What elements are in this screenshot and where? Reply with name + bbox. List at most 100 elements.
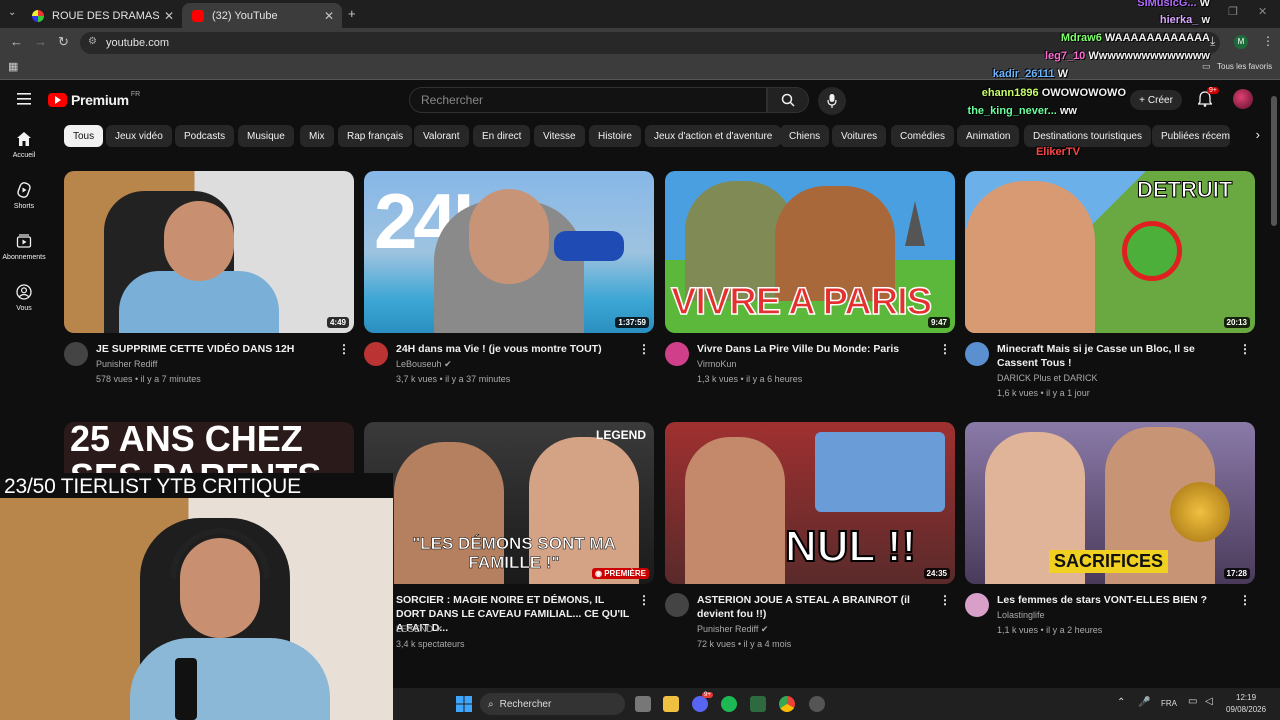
- volume-icon[interactable]: ◁: [1205, 696, 1213, 707]
- chip-publiees-recemment[interactable]: Publiées récem: [1152, 125, 1230, 147]
- channel-name[interactable]: Lolastinglife: [997, 610, 1045, 620]
- chip-vitesse[interactable]: Vitesse: [534, 125, 585, 147]
- video-thumbnail[interactable]: 4:49: [64, 171, 354, 333]
- page-scrollbar[interactable]: [1271, 96, 1277, 226]
- tab-label: ROUE DES DRAMAS: [52, 9, 160, 22]
- sidebar-item-accueil[interactable]: Accueil: [0, 131, 48, 159]
- video-thumbnail[interactable]: NUL !! 24:35: [665, 422, 955, 584]
- video-thumbnail[interactable]: VIVRE A PARIS 9:47: [665, 171, 955, 333]
- chip-jeux-video[interactable]: Jeux vidéo: [106, 125, 172, 147]
- video-card-info: Vivre Dans La Pire Ville Du Monde: Paris…: [665, 342, 955, 402]
- chip-comedies[interactable]: Comédies: [891, 125, 955, 147]
- search-placeholder: Rechercher: [421, 93, 484, 107]
- chip-jeux-action-aventure[interactable]: Jeux d'action et d'aventure: [645, 125, 782, 147]
- video-title[interactable]: Les femmes de stars VONT-ELLES BIEN ?: [997, 593, 1233, 607]
- windows-start-icon[interactable]: [456, 696, 472, 717]
- back-icon[interactable]: ←: [10, 34, 23, 49]
- more-options-icon[interactable]: ⋮: [338, 342, 350, 356]
- close-tab-icon[interactable]: ✕: [164, 9, 174, 23]
- spotify-icon[interactable]: [721, 696, 737, 712]
- notifications-button[interactable]: 9+: [1197, 87, 1219, 112]
- profile-avatar[interactable]: M: [1234, 35, 1248, 49]
- close-window-icon[interactable]: ✕: [1258, 5, 1267, 18]
- video-thumbnail[interactable]: DETRUIT 20:13: [965, 171, 1255, 333]
- task-view-icon[interactable]: [635, 696, 651, 712]
- app-icon[interactable]: [809, 696, 825, 712]
- tab-list-icon[interactable]: ⌄: [8, 7, 16, 18]
- menu-icon[interactable]: ⋮: [1262, 34, 1274, 48]
- maximize-icon[interactable]: ❐: [1228, 5, 1238, 18]
- create-label: Créer: [1147, 94, 1173, 106]
- more-options-icon[interactable]: ⋮: [939, 342, 951, 356]
- sidebar-item-abonnements[interactable]: Abonnements: [0, 233, 48, 261]
- chip-animation[interactable]: Animation: [957, 125, 1020, 147]
- channel-name[interactable]: DARICK Plus et DARICK: [997, 373, 1098, 383]
- chip-en-direct[interactable]: En direct: [473, 125, 531, 147]
- video-thumbnail[interactable]: SACRIFICES 17:28: [965, 422, 1255, 584]
- video-thumbnail[interactable]: 24H 1:37:59: [364, 171, 654, 333]
- video-title[interactable]: Vivre Dans La Pire Ville Du Monde: Paris: [697, 342, 933, 356]
- forward-icon[interactable]: →: [34, 34, 47, 49]
- channel-avatar[interactable]: [965, 593, 989, 617]
- all-bookmarks-label[interactable]: Tous les favoris: [1217, 62, 1272, 71]
- clock-date[interactable]: 09/08/2026: [1226, 705, 1266, 714]
- new-tab-icon[interactable]: +: [348, 6, 356, 21]
- hamburger-menu-icon[interactable]: [17, 92, 31, 110]
- network-icon[interactable]: ▭: [1188, 696, 1197, 707]
- chip-valorant[interactable]: Valorant: [414, 125, 469, 147]
- search-button[interactable]: [767, 87, 809, 113]
- discord-icon[interactable]: [692, 696, 708, 712]
- voice-search-button[interactable]: [818, 87, 846, 115]
- tray-chevron-icon[interactable]: ⌃: [1117, 697, 1125, 708]
- chip-mix[interactable]: Mix: [300, 125, 334, 147]
- chip-histoire[interactable]: Histoire: [589, 125, 641, 147]
- channel-avatar[interactable]: [965, 342, 989, 366]
- close-tab-icon[interactable]: ✕: [324, 9, 334, 23]
- site-info-icon[interactable]: ⚙: [88, 36, 97, 47]
- chip-chiens[interactable]: Chiens: [780, 125, 830, 147]
- sidebar-item-vous[interactable]: Vous: [0, 284, 48, 312]
- chip-tous[interactable]: Tous: [64, 125, 104, 147]
- video-title[interactable]: JE SUPPRIME CETTE VIDÉO DANS 12H: [96, 342, 332, 356]
- apps-icon[interactable]: ▦: [8, 60, 18, 73]
- tab-roue-des-dramas[interactable]: ROUE DES DRAMAS ✕: [22, 3, 182, 28]
- channel-name[interactable]: Punisher Rediff: [96, 359, 157, 369]
- channel-name[interactable]: VirmoKun: [697, 359, 736, 369]
- account-avatar[interactable]: [1233, 89, 1253, 109]
- channel-name[interactable]: Punisher Rediff ✔: [697, 624, 768, 635]
- chip-musique[interactable]: Musique: [238, 125, 294, 147]
- create-button[interactable]: + Créer: [1130, 90, 1182, 110]
- more-options-icon[interactable]: ⋮: [1239, 593, 1251, 607]
- language-indicator[interactable]: FRA: [1161, 699, 1177, 708]
- search-input[interactable]: Rechercher: [409, 87, 767, 113]
- reload-icon[interactable]: ↻: [58, 34, 69, 50]
- video-title[interactable]: ASTERION JOUE A STEAL A BRAINROT (il dev…: [697, 593, 933, 621]
- sidebar-item-shorts[interactable]: Shorts: [0, 182, 48, 210]
- youtube-premium-logo[interactable]: Premium FR: [48, 91, 140, 108]
- file-explorer-icon[interactable]: [663, 696, 679, 712]
- video-title[interactable]: Minecraft Mais si je Casse un Bloc, Il s…: [997, 342, 1233, 370]
- more-options-icon[interactable]: ⋮: [1239, 342, 1251, 356]
- chip-voitures[interactable]: Voitures: [832, 125, 887, 147]
- channel-avatar[interactable]: [364, 342, 388, 366]
- tab-youtube[interactable]: (32) YouTube ✕: [182, 3, 342, 28]
- taskbar-search-input[interactable]: ⌕ Rechercher: [480, 693, 625, 715]
- video-thumbnail[interactable]: LEGEND "LES DÉMONS SONT MA FAMILLE !" ◉ …: [364, 422, 654, 584]
- channel-name[interactable]: LeBouseuh ✔: [396, 359, 452, 370]
- chrome-icon[interactable]: [779, 696, 795, 712]
- app-icon[interactable]: [750, 696, 766, 712]
- tray-mic-icon[interactable]: 🎤: [1138, 697, 1150, 708]
- video-title[interactable]: 24H dans ma Vie ! (je vous montre TOUT): [396, 342, 632, 356]
- channel-avatar[interactable]: [64, 342, 88, 366]
- chip-rap-francais[interactable]: Rap français: [338, 125, 413, 147]
- download-icon[interactable]: ⤓: [1210, 34, 1215, 49]
- channel-name[interactable]: LEGEND ✔: [396, 624, 443, 635]
- more-options-icon[interactable]: ⋮: [939, 593, 951, 607]
- clock-time[interactable]: 12:19: [1236, 693, 1256, 702]
- more-options-icon[interactable]: ⋮: [638, 342, 650, 356]
- channel-avatar[interactable]: [665, 342, 689, 366]
- chip-podcasts[interactable]: Podcasts: [175, 125, 235, 147]
- more-options-icon[interactable]: ⋮: [638, 593, 650, 607]
- chip-destinations-touristiques[interactable]: Destinations touristiques: [1024, 125, 1151, 147]
- channel-avatar[interactable]: [665, 593, 689, 617]
